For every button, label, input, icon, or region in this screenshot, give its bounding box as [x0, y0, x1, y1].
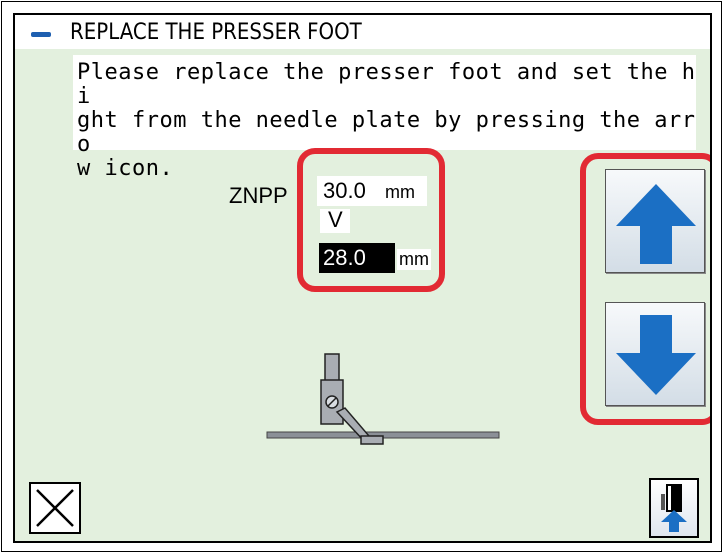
screen-title: REPLACE THE PRESSER FOOT: [70, 20, 362, 45]
raise-height-button[interactable]: [605, 169, 705, 273]
arrow-down-icon: [616, 315, 696, 395]
title-bar: REPLACE THE PRESSER FOOT: [15, 15, 710, 49]
presser-foot-illustration: [266, 353, 500, 445]
title-dash-icon: [31, 32, 51, 37]
close-button[interactable]: [29, 482, 81, 534]
presser-foot-lift-icon: [661, 484, 687, 532]
screen-panel: REPLACE THE PRESSER FOOT Please replace …: [13, 13, 712, 543]
znpp-label: ZNPP: [229, 183, 288, 208]
arrow-up-icon: [616, 184, 696, 264]
close-x-icon: [36, 489, 74, 527]
instruction-message: Please replace the presser foot and set …: [73, 55, 696, 181]
values-highlight-ring: [297, 148, 445, 292]
presser-foot-lift-button[interactable]: [649, 478, 699, 538]
lower-height-button[interactable]: [605, 302, 705, 406]
